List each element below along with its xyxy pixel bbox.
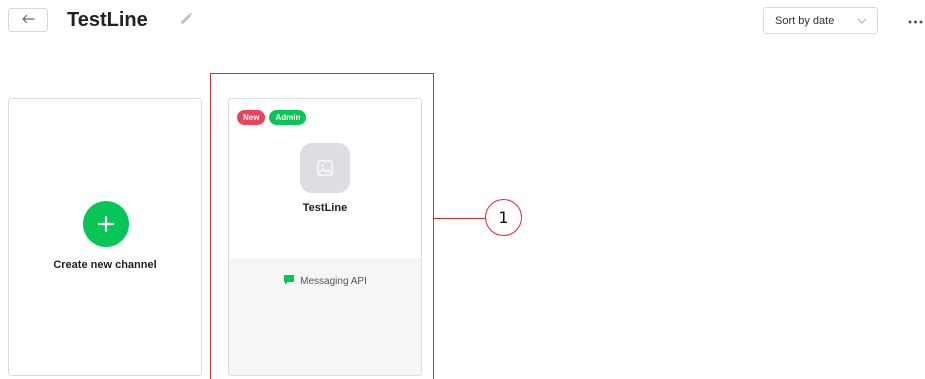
- channel-type-label: Messaging API: [300, 275, 367, 287]
- create-channel-label: Create new channel: [53, 259, 157, 271]
- image-placeholder-icon: [300, 143, 350, 193]
- channel-badges: New Admin: [237, 110, 307, 125]
- annotation-number: 1: [485, 199, 522, 236]
- channel-name: TestLine: [302, 202, 348, 214]
- channel-card[interactable]: New Admin TestLine Messaging API: [228, 98, 422, 376]
- sort-selected-value: Sort by date: [775, 14, 835, 27]
- plus-icon: [83, 201, 129, 247]
- sort-dropdown[interactable]: Sort by date: [763, 7, 878, 34]
- page-title: TestLine: [67, 9, 148, 31]
- channel-list-page: TestLine Sort by date Create new channel…: [0, 0, 925, 379]
- annotation-callout-line: [433, 218, 485, 219]
- edit-title-button[interactable]: [177, 12, 195, 30]
- create-channel-card[interactable]: Create new channel: [8, 98, 202, 376]
- channel-card-footer: Messaging API: [229, 258, 421, 375]
- arrow-left-icon: [21, 11, 35, 29]
- more-options-button[interactable]: [908, 12, 925, 28]
- pencil-icon: [179, 12, 193, 31]
- chevron-down-icon: [857, 15, 867, 27]
- new-badge: New: [237, 110, 266, 125]
- back-button[interactable]: [8, 8, 48, 32]
- more-horizontal-icon: [908, 11, 925, 29]
- channel-type: Messaging API: [229, 274, 421, 288]
- admin-badge: Admin: [269, 110, 307, 125]
- chat-bubble-icon: [283, 274, 295, 288]
